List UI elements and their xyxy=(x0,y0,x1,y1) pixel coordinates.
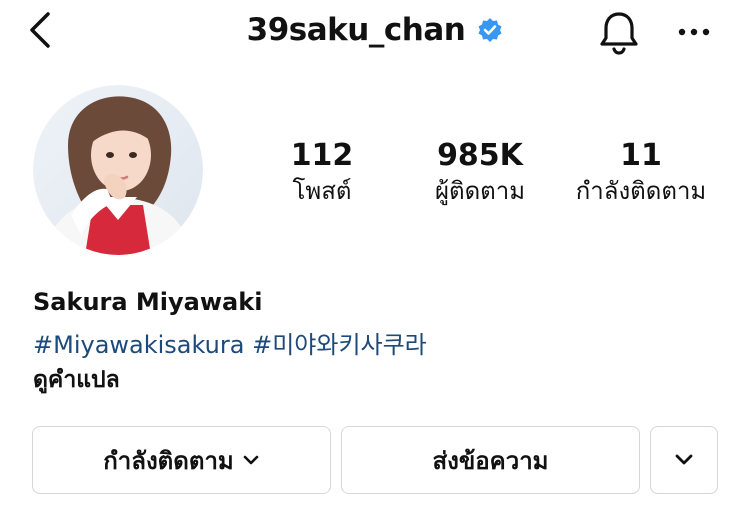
posts-stat[interactable]: 112 โพสต์ xyxy=(237,138,407,208)
see-translation-link[interactable]: ดูคำแปล xyxy=(33,362,120,398)
more-horizontal-icon[interactable] xyxy=(672,14,716,50)
bio-hashtags: #Miyawakisakura #미야와키사쿠라 xyxy=(33,325,427,360)
chevron-down-icon xyxy=(243,455,259,465)
username-title: 39saku_chan xyxy=(246,12,466,48)
following-button-label: กำลังติดตาม xyxy=(103,446,234,475)
suggested-accounts-button[interactable] xyxy=(650,426,718,494)
followers-count: 985K xyxy=(437,138,523,173)
hashtag-link[interactable]: #Miyawakisakura xyxy=(33,331,244,359)
followers-stat[interactable]: 985K ผู้ติดตาม xyxy=(395,138,565,208)
following-label: กำลังติดตาม xyxy=(575,177,707,205)
posts-count: 112 xyxy=(290,138,354,173)
following-button[interactable]: กำลังติดตาม xyxy=(32,426,331,494)
message-button-label: ส่งข้อความ xyxy=(432,446,549,475)
following-count: 11 xyxy=(620,138,662,173)
chevron-down-icon xyxy=(675,454,693,465)
following-stat[interactable]: 11 กำลังติดตาม xyxy=(556,138,726,208)
profile-avatar[interactable] xyxy=(33,85,203,255)
verified-badge-icon xyxy=(478,18,502,42)
profile-header: 39saku_chan xyxy=(0,0,750,66)
bell-icon[interactable] xyxy=(596,8,642,56)
posts-label: โพสต์ xyxy=(292,177,352,205)
followers-label: ผู้ติดตาม xyxy=(434,177,526,205)
message-button[interactable]: ส่งข้อความ xyxy=(341,426,640,494)
hashtag-link[interactable]: #미야와키사쿠라 xyxy=(252,331,427,359)
display-name: Sakura Miyawaki xyxy=(33,288,263,316)
